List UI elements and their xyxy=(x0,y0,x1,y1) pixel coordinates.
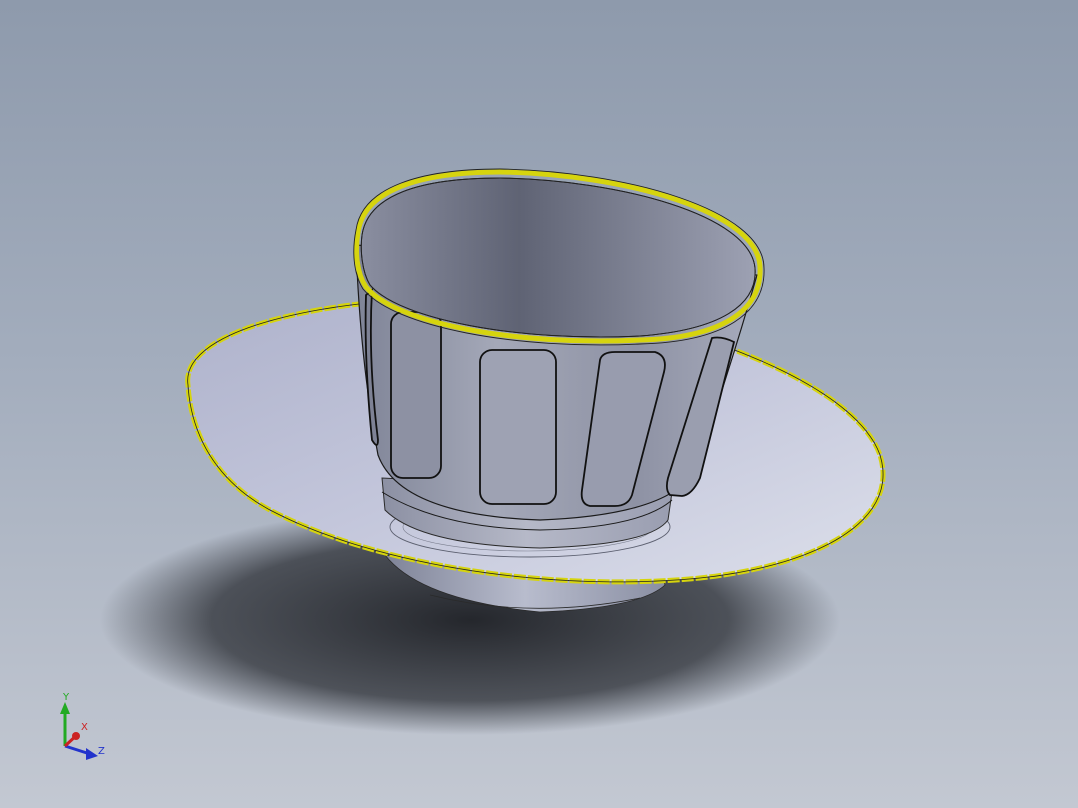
cup-and-saucer-model[interactable] xyxy=(0,0,1078,808)
z-axis-arrowhead xyxy=(86,748,98,760)
y-axis-arrowhead xyxy=(60,702,70,714)
graphics-viewport[interactable]: Y X Z xyxy=(0,0,1078,808)
x-axis-arrowhead xyxy=(72,732,80,740)
x-axis-label: X xyxy=(81,722,88,733)
view-triad[interactable]: Y X Z xyxy=(50,686,120,766)
z-axis-label: Z xyxy=(98,746,105,757)
y-axis-label: Y xyxy=(62,692,70,703)
